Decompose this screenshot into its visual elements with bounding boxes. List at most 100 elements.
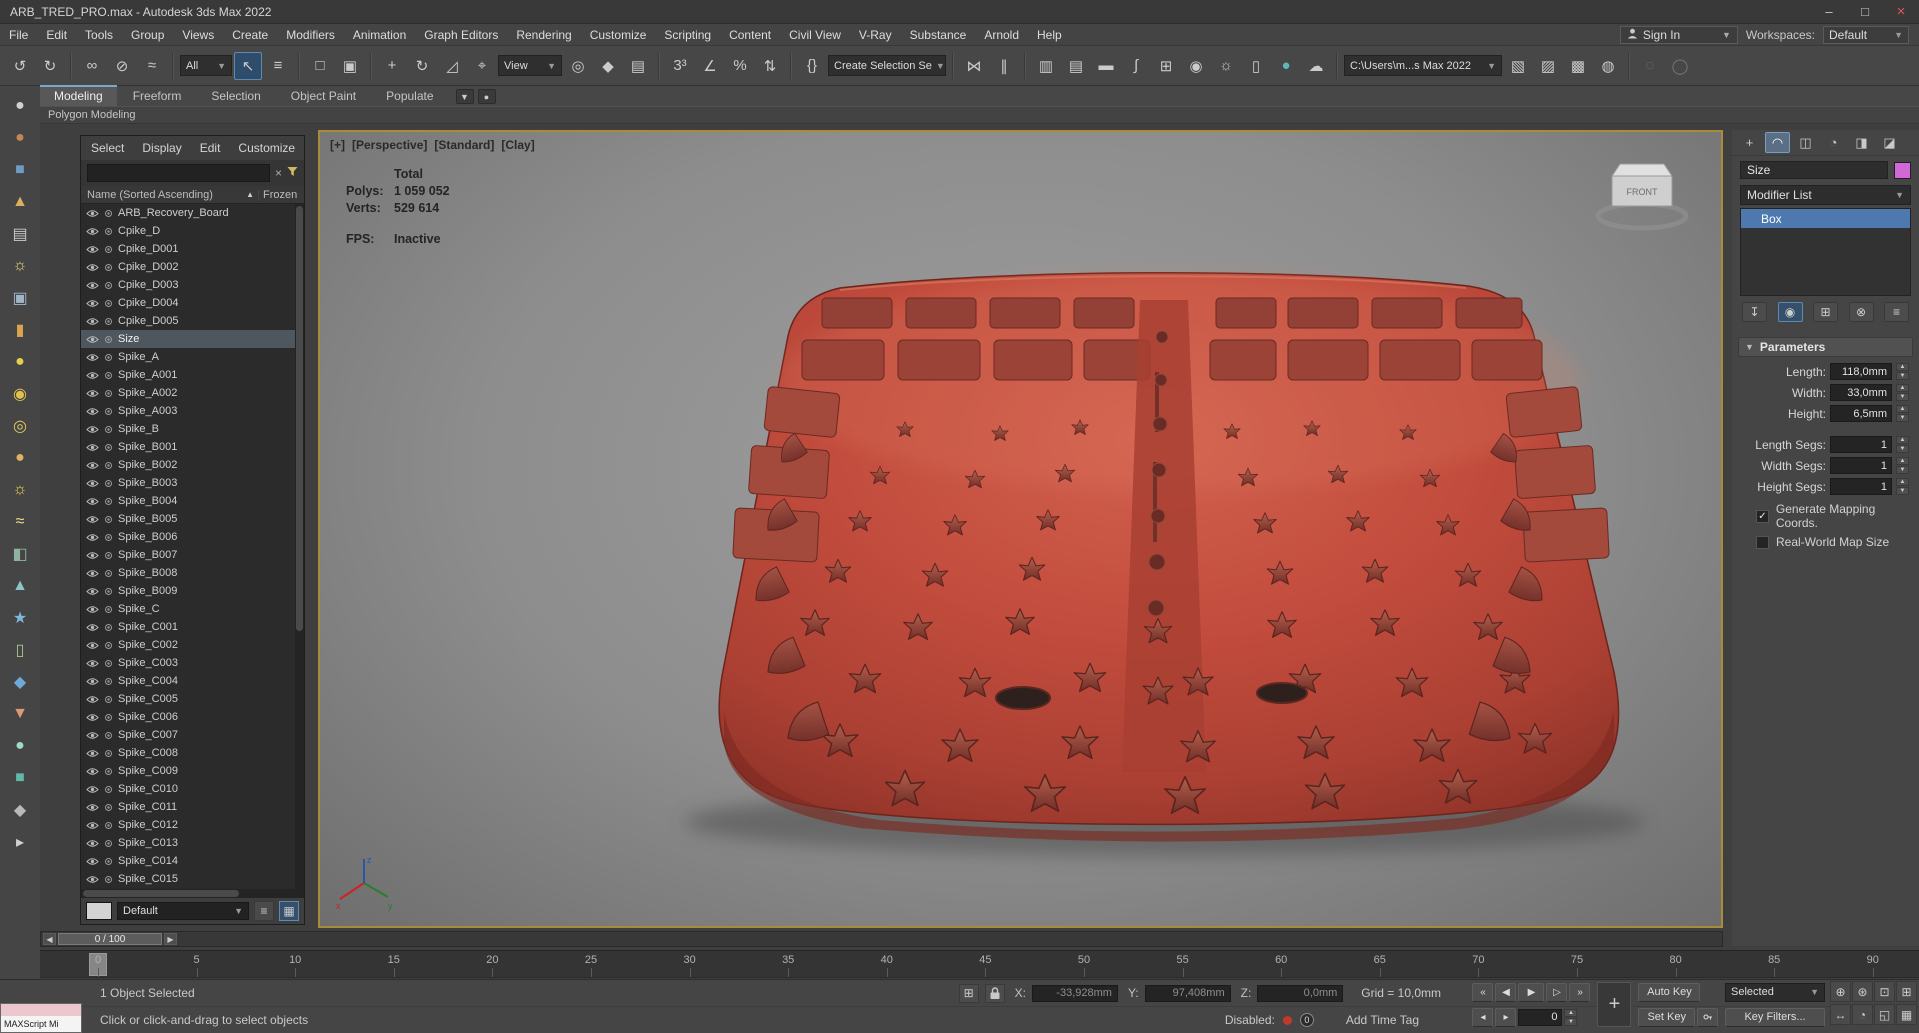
visibility-eye-icon[interactable] <box>86 461 99 470</box>
create-tab-icon[interactable]: + <box>1737 132 1762 153</box>
object-name-field[interactable]: Size <box>1740 161 1888 179</box>
selectability-dot-icon[interactable] <box>104 317 113 326</box>
curve-editor-icon[interactable]: ∫ <box>1122 52 1150 80</box>
snaps-toggle-3d-icon[interactable]: 3³ <box>666 52 694 80</box>
frozen-column-header[interactable]: Frozen <box>258 188 304 201</box>
visibility-eye-icon[interactable] <box>86 443 99 452</box>
scene-object-row[interactable]: Size <box>81 330 304 348</box>
horizontal-scrollbar[interactable] <box>81 889 304 898</box>
gizmo-icon[interactable]: ● <box>8 734 32 758</box>
menu-scripting[interactable]: Scripting <box>655 26 720 44</box>
maximize-viewport-toggle-icon[interactable]: ▦ <box>1896 1004 1917 1025</box>
motion-tab-icon[interactable]: ◔ <box>1821 132 1846 153</box>
previous-frame-arrow-icon[interactable]: ◀ <box>43 933 56 945</box>
tab-object-paint[interactable]: Object Paint <box>277 87 370 106</box>
visibility-eye-icon[interactable] <box>86 389 99 398</box>
asset-tracking-icon[interactable]: ▧ <box>1504 52 1532 80</box>
visibility-eye-icon[interactable] <box>86 209 99 218</box>
visibility-eye-icon[interactable] <box>86 713 99 722</box>
spinner-up-icon[interactable]: ▲ <box>1896 384 1909 392</box>
go-to-start-icon[interactable]: « <box>1472 982 1494 1002</box>
scene-object-row[interactable]: Spike_C <box>81 600 304 618</box>
selectability-dot-icon[interactable] <box>104 551 113 560</box>
menu-arnold[interactable]: Arnold <box>975 26 1028 44</box>
ribbon-minimize-icon[interactable]: ▼ <box>455 89 474 104</box>
teapot-yellow-icon[interactable]: ● <box>8 446 32 470</box>
menu-civil-view[interactable]: Civil View <box>780 26 850 44</box>
parameter-value-field[interactable]: 118,0mm <box>1830 363 1892 380</box>
scene-object-row[interactable]: Spike_C001 <box>81 618 304 636</box>
scene-object-row[interactable]: Spike_B002 <box>81 456 304 474</box>
selectability-dot-icon[interactable] <box>104 443 113 452</box>
tube-icon[interactable]: ▯ <box>8 638 32 662</box>
selectability-dot-icon[interactable] <box>104 641 113 650</box>
selection-filter-dropdown[interactable]: All ▼ <box>180 55 232 76</box>
parameters-rollout-header[interactable]: ▼ Parameters <box>1738 337 1913 357</box>
scene-object-row[interactable]: Spike_C005 <box>81 690 304 708</box>
visibility-eye-icon[interactable] <box>86 677 99 686</box>
select-object-icon[interactable]: ↖ <box>234 51 262 80</box>
configure-modifier-sets-icon[interactable]: ≡ <box>1884 302 1909 322</box>
visibility-eye-icon[interactable] <box>86 425 99 434</box>
maximize-button[interactable]: □ <box>1847 0 1883 23</box>
selectability-dot-icon[interactable] <box>104 281 113 290</box>
sign-in-button[interactable]: Sign In ▼ <box>1619 25 1738 44</box>
selectability-dot-icon[interactable] <box>104 245 113 254</box>
modifier-list-dropdown[interactable]: Modifier List ▼ <box>1740 185 1911 205</box>
scene-object-row[interactable]: Cpike_D001 <box>81 240 304 258</box>
selectability-dot-icon[interactable] <box>104 407 113 416</box>
layer-manager-icon[interactable]: ≡ <box>254 901 274 921</box>
visibility-eye-icon[interactable] <box>86 551 99 560</box>
selection-lock-toggle-icon[interactable] <box>984 983 1005 1003</box>
scene-object-row[interactable]: Cpike_D004 <box>81 294 304 312</box>
render-setup-icon[interactable]: ☼ <box>1212 52 1240 80</box>
visibility-eye-icon[interactable] <box>86 299 99 308</box>
parameter-spinner[interactable]: ▲ ▼ <box>1896 436 1909 453</box>
selectability-dot-icon[interactable] <box>104 569 113 578</box>
close-button[interactable]: × <box>1883 0 1919 23</box>
time-slider[interactable]: ◀ 0 / 100 ▶ <box>40 931 1723 947</box>
spinner-up-icon[interactable]: ▲ <box>1896 436 1909 444</box>
scene-object-row[interactable]: Spike_B009 <box>81 582 304 600</box>
visibility-eye-icon[interactable] <box>86 641 99 650</box>
selectability-dot-icon[interactable] <box>104 533 113 542</box>
cone-icon[interactable]: ▲ <box>8 190 32 214</box>
transform-gizmo-toggle-icon[interactable]: ⊞ <box>958 983 979 1003</box>
selectability-dot-icon[interactable] <box>104 623 113 632</box>
parameter-value-field[interactable]: 1 <box>1830 436 1892 453</box>
selectability-dot-icon[interactable] <box>104 371 113 380</box>
parameter-spinner[interactable]: ▲ ▼ <box>1896 405 1909 422</box>
visibility-eye-icon[interactable] <box>86 785 99 794</box>
maxscript-mini-listener[interactable]: MAXScript Mi <box>0 1003 82 1033</box>
remove-modifier-icon[interactable]: ⊗ <box>1848 302 1874 322</box>
filter-funnel-icon[interactable] <box>287 166 298 180</box>
visibility-eye-icon[interactable] <box>86 479 99 488</box>
selectability-dot-icon[interactable] <box>104 767 113 776</box>
scene-object-row[interactable]: Spike_C009 <box>81 762 304 780</box>
create-key-button[interactable]: + <box>1597 982 1632 1027</box>
modify-tab-icon[interactable]: ◠ <box>1765 132 1790 153</box>
pin-stack-icon[interactable]: ↧ <box>1742 302 1767 322</box>
menu-create[interactable]: Create <box>223 26 277 44</box>
key-step-back-icon[interactable]: ◂ <box>1472 1007 1494 1027</box>
bind-to-space-warp-icon[interactable]: ≈ <box>138 52 166 80</box>
selectability-dot-icon[interactable] <box>104 461 113 470</box>
viewport-render-preset-menu[interactable]: [Standard] <box>434 138 494 152</box>
tab-selection[interactable]: Selection <box>197 87 274 106</box>
visibility-eye-icon[interactable] <box>86 515 99 524</box>
checkbox-generate-mapping-coords-[interactable]: ✓ <box>1756 509 1769 523</box>
camera-icon[interactable]: ▣ <box>8 286 32 310</box>
tab-freeform[interactable]: Freeform <box>119 87 196 106</box>
selectability-dot-icon[interactable] <box>104 857 113 866</box>
sun-icon[interactable]: ☼ <box>8 478 32 502</box>
macro-recorder-pane[interactable] <box>1 1004 81 1016</box>
select-and-move-icon[interactable]: + <box>378 52 406 80</box>
z-coordinate-field[interactable]: 0,0mm <box>1257 984 1344 1002</box>
render-in-cloud-icon[interactable]: ☁ <box>1302 52 1330 80</box>
go-to-end-icon[interactable]: » <box>1569 982 1591 1002</box>
name-column-header[interactable]: Name (Sorted Ascending) ▲ <box>81 189 258 201</box>
scene-object-row[interactable]: Spike_C004 <box>81 672 304 690</box>
spinner-up-icon[interactable]: ▲ <box>1896 457 1909 465</box>
selectability-dot-icon[interactable] <box>104 209 113 218</box>
visibility-eye-icon[interactable] <box>86 533 99 542</box>
